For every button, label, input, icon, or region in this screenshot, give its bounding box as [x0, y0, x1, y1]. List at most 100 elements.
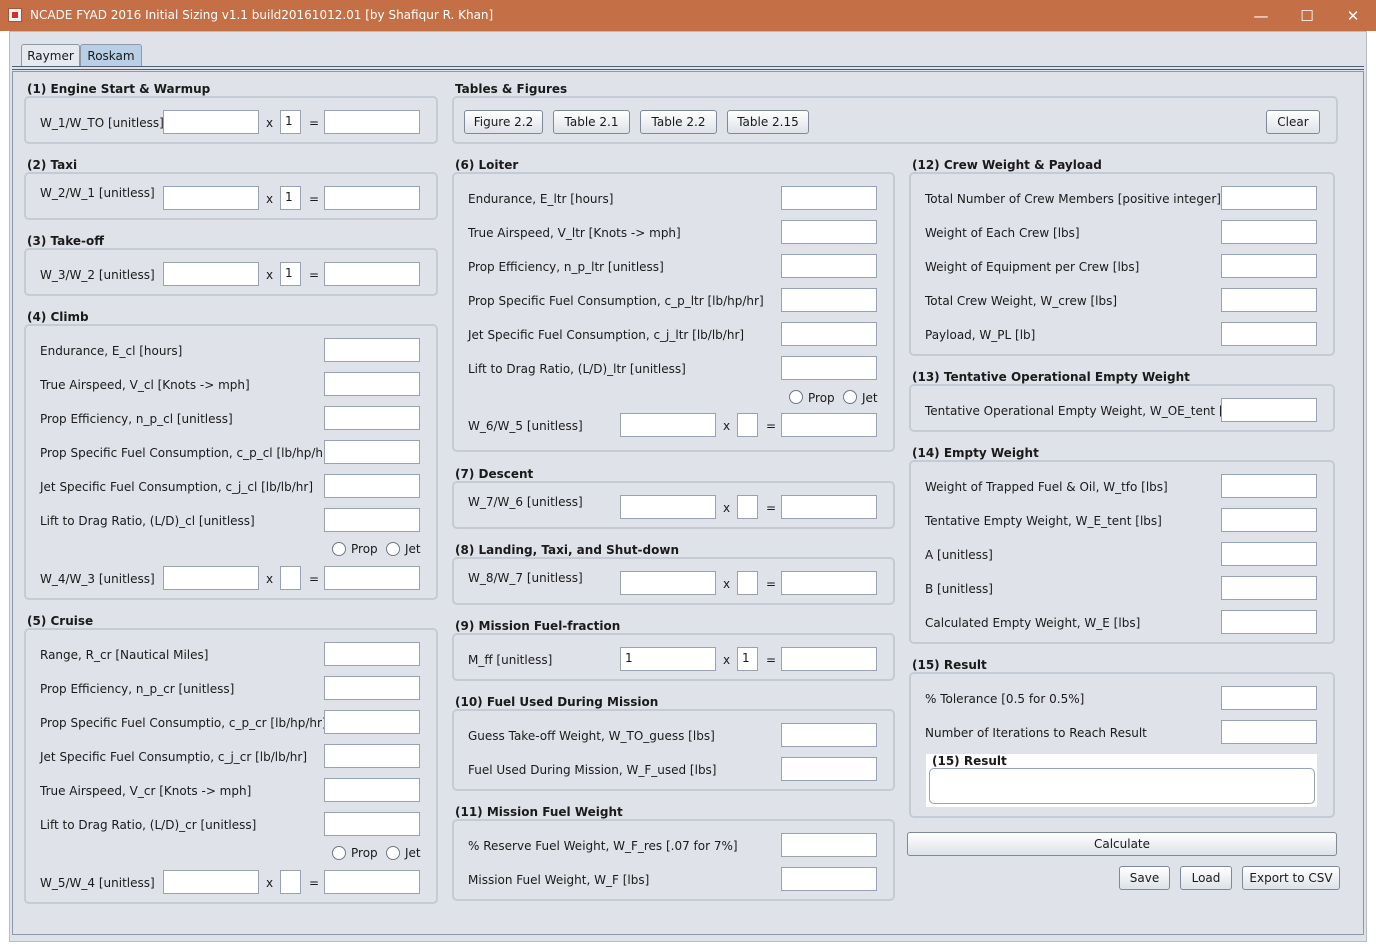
- field-label: Mission Fuel Weight, W_F [lbs]: [468, 873, 650, 887]
- multiply-sign: x: [266, 876, 274, 890]
- field-input[interactable]: [781, 833, 877, 857]
- tolerance-field[interactable]: [1221, 686, 1317, 710]
- section-7-title: (7) Descent: [455, 467, 534, 481]
- ratio-label: W_7/W_6 [unitless]: [468, 495, 583, 509]
- multiplier-field[interactable]: [737, 495, 758, 519]
- prop-radio[interactable]: [332, 542, 346, 556]
- field-input[interactable]: [324, 474, 420, 498]
- field-label: Weight of Each Crew [lbs]: [925, 226, 1080, 240]
- ratio-guess-field[interactable]: [163, 566, 259, 590]
- multiplier-field[interactable]: 1: [737, 647, 758, 671]
- export-csv-button[interactable]: Export to CSV: [1242, 866, 1340, 890]
- field-input[interactable]: [1221, 576, 1317, 600]
- ratio-result-field[interactable]: [324, 566, 420, 590]
- multiply-sign: x: [723, 501, 731, 515]
- mff-result-field[interactable]: [781, 647, 877, 671]
- field-input[interactable]: [1221, 474, 1317, 498]
- field-input[interactable]: [324, 508, 420, 532]
- clear-button[interactable]: Clear: [1266, 110, 1320, 134]
- field-input[interactable]: [324, 642, 420, 666]
- field-input[interactable]: [324, 676, 420, 700]
- field-label: Number of Iterations to Reach Result: [925, 726, 1147, 740]
- multiplier-field[interactable]: [737, 571, 758, 595]
- field-label: Lift to Drag Ratio, (L/D)_cl [unitless]: [40, 514, 255, 528]
- jet-radio[interactable]: [386, 846, 400, 860]
- field-input[interactable]: [1221, 542, 1317, 566]
- field-input[interactable]: [781, 867, 877, 891]
- field-input[interactable]: [1221, 220, 1317, 244]
- ratio-guess-field[interactable]: [163, 870, 259, 894]
- table-2-1-button[interactable]: Table 2.1: [553, 110, 630, 134]
- save-button[interactable]: Save: [1119, 866, 1170, 890]
- tab-divider-inner: [12, 69, 1364, 70]
- maximize-button[interactable]: ☐: [1284, 0, 1330, 31]
- tab-raymer[interactable]: Raymer: [21, 44, 80, 66]
- ratio-result-field[interactable]: [324, 870, 420, 894]
- section-6-panel: [452, 172, 895, 452]
- multiplier-field[interactable]: 1: [280, 186, 301, 210]
- ratio-guess-field[interactable]: [620, 413, 716, 437]
- field-input[interactable]: [324, 372, 420, 396]
- prop-radio[interactable]: [332, 846, 346, 860]
- field-input[interactable]: [781, 220, 877, 244]
- ratio-guess-field[interactable]: [620, 571, 716, 595]
- ratio-result-field[interactable]: [324, 110, 420, 134]
- iterations-field[interactable]: [1221, 720, 1317, 744]
- calculate-button[interactable]: Calculate: [907, 832, 1337, 856]
- section-15-title: (15) Result: [912, 658, 987, 672]
- figure-2-2-button[interactable]: Figure 2.2: [464, 110, 543, 134]
- field-input[interactable]: [324, 406, 420, 430]
- field-input[interactable]: [324, 812, 420, 836]
- ratio-guess-field[interactable]: [163, 262, 259, 286]
- mff-guess-field[interactable]: 1: [620, 647, 716, 671]
- field-input[interactable]: [1221, 186, 1317, 210]
- equals-sign: =: [309, 876, 320, 890]
- ratio-guess-field[interactable]: [620, 495, 716, 519]
- field-input[interactable]: [1221, 254, 1317, 278]
- ratio-result-field[interactable]: [324, 186, 420, 210]
- jet-radio[interactable]: [386, 542, 400, 556]
- field-input[interactable]: [324, 440, 420, 464]
- load-button[interactable]: Load: [1180, 866, 1232, 890]
- multiply-sign: x: [723, 653, 731, 667]
- field-input[interactable]: [781, 723, 877, 747]
- ratio-result-field[interactable]: [781, 413, 877, 437]
- field-label: B [unitless]: [925, 582, 993, 596]
- ratio-guess-field[interactable]: [163, 110, 259, 134]
- field-input[interactable]: [324, 338, 420, 362]
- ratio-result-field[interactable]: [324, 262, 420, 286]
- field-input[interactable]: [781, 254, 877, 278]
- field-input[interactable]: [781, 288, 877, 312]
- field-input[interactable]: [1221, 610, 1317, 634]
- prop-radio[interactable]: [789, 390, 803, 404]
- field-label: Lift to Drag Ratio, (L/D)_ltr [unitless]: [468, 362, 686, 376]
- field-label: % Tolerance [0.5 for 0.5%]: [925, 692, 1085, 706]
- multiplier-field[interactable]: [737, 413, 758, 437]
- table-2-2-button[interactable]: Table 2.2: [640, 110, 717, 134]
- ratio-guess-field[interactable]: [163, 186, 259, 210]
- field-input[interactable]: [1221, 398, 1317, 422]
- field-input[interactable]: [781, 186, 877, 210]
- ratio-result-field[interactable]: [781, 495, 877, 519]
- field-input[interactable]: [1221, 508, 1317, 532]
- result-output[interactable]: [929, 768, 1315, 804]
- table-2-15-button[interactable]: Table 2.15: [727, 110, 809, 134]
- field-input[interactable]: [1221, 288, 1317, 312]
- multiplier-field[interactable]: 1: [280, 110, 301, 134]
- multiplier-field[interactable]: 1: [280, 262, 301, 286]
- field-input[interactable]: [324, 778, 420, 802]
- field-input[interactable]: [781, 356, 877, 380]
- field-input[interactable]: [324, 744, 420, 768]
- ratio-result-field[interactable]: [781, 571, 877, 595]
- field-input[interactable]: [781, 322, 877, 346]
- ratio-label: W_1/W_TO [unitless]: [40, 116, 164, 130]
- field-input[interactable]: [781, 757, 877, 781]
- minimize-button[interactable]: —: [1238, 0, 1284, 31]
- tab-roskam[interactable]: Roskam: [80, 44, 142, 66]
- field-input[interactable]: [324, 710, 420, 734]
- close-button[interactable]: ✕: [1330, 0, 1376, 31]
- multiplier-field[interactable]: [280, 566, 301, 590]
- multiplier-field[interactable]: [280, 870, 301, 894]
- field-input[interactable]: [1221, 322, 1317, 346]
- jet-radio[interactable]: [843, 390, 857, 404]
